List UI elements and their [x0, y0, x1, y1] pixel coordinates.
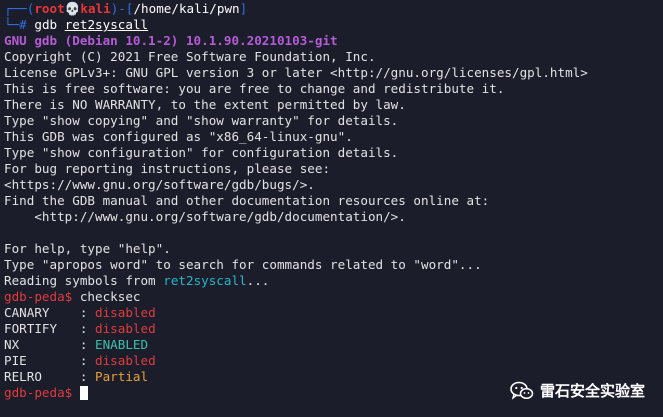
banner-line: <https://www.gnu.org/software/gdb/bugs/>…: [4, 177, 315, 192]
peda-prompt: gdb-peda$: [4, 385, 73, 400]
checksec-value: disabled: [95, 353, 156, 368]
banner-line: This is free software: you are free to c…: [4, 81, 505, 96]
checksec-value: disabled: [95, 321, 156, 336]
banner-line: For bug reporting instructions, please s…: [4, 161, 331, 176]
checksec-value: disabled: [95, 305, 156, 320]
checksec-row: PIE : disabled: [4, 353, 663, 369]
terminal-window[interactable]: ┌──(root💀kali)-[/home/kali/pwn] └─# gdb …: [4, 1, 663, 417]
banner-line: Type "show copying" and "show warranty" …: [4, 113, 399, 128]
checksec-separator: :: [64, 353, 96, 368]
reading-file: ret2syscall: [163, 273, 247, 288]
shell-command-argument: ret2syscall: [64, 17, 149, 32]
checksec-separator: :: [64, 369, 96, 384]
watermark-text: 雷石安全实验室: [539, 382, 645, 400]
checksec-label: FORTIFY: [4, 321, 65, 336]
shell-prompt-line: ┌──(root💀kali)-[/home/kali/pwn]: [4, 1, 663, 17]
peda-command-line: gdb-peda$ checksec: [4, 289, 663, 305]
prompt-host: kali: [80, 1, 111, 16]
gdb-version-line: GNU gdb (Debian 10.1-2) 10.1.90.20210103…: [4, 33, 338, 48]
banner-line: Type "show configuration" for configurat…: [4, 145, 399, 160]
banner-line: <http://www.gnu.org/software/gdb/documen…: [4, 209, 406, 224]
banner-line: License GPLv3+: GNU GPL version 3 or lat…: [4, 65, 588, 80]
checksec-label: NX: [4, 337, 65, 352]
skull-icon: 💀: [64, 1, 81, 16]
checksec-separator: :: [64, 305, 96, 320]
prompt-path-open: )-[: [110, 1, 134, 16]
checksec-value: Partial: [95, 369, 149, 384]
prompt-symbol: #: [19, 17, 27, 32]
banner-line: Type "apropos word" to search for comman…: [4, 257, 482, 272]
checksec-separator: :: [64, 337, 96, 352]
watermark: 雷石安全实验室: [510, 380, 645, 401]
prompt-user: root: [34, 1, 65, 16]
shell-command-line: └─# gdb ret2syscall: [4, 17, 663, 33]
banner-line: This GDB was configured as "x86_64-linux…: [4, 129, 353, 144]
wechat-icon: [510, 381, 534, 401]
banner-line: For help, type "help".: [4, 241, 171, 256]
text-cursor[interactable]: [79, 386, 88, 400]
reading-symbols-line: Reading symbols from ret2syscall...: [4, 273, 663, 289]
banner-line: Copyright (C) 2021 Free Software Foundat…: [4, 49, 376, 64]
checksec-label: PIE: [4, 353, 65, 368]
checksec-label: CANARY: [4, 305, 65, 320]
checksec-row: CANARY : disabled: [4, 305, 663, 321]
checksec-row: FORTIFY : disabled: [4, 321, 663, 337]
prompt-path: /home/kali/pwn: [133, 1, 240, 16]
prompt-frame-open: ┌──(: [4, 1, 35, 16]
shell-command: gdb: [34, 17, 58, 32]
reading-prefix: Reading symbols from: [4, 273, 164, 288]
checksec-command: checksec: [79, 289, 141, 304]
checksec-value: ENABLED: [95, 337, 149, 352]
checksec-label: RELRO: [4, 369, 65, 384]
reading-suffix: ...: [246, 273, 270, 288]
banner-line: [4, 225, 663, 241]
banner-line: Find the GDB manual and other documentat…: [4, 193, 490, 208]
checksec-separator: :: [64, 321, 96, 336]
prompt-frame-cmd: └─: [4, 17, 20, 32]
checksec-row: NX : ENABLED: [4, 337, 663, 353]
peda-prompt: gdb-peda$: [4, 289, 73, 304]
banner-line: There is NO WARRANTY, to the extent perm…: [4, 97, 406, 112]
prompt-path-close: ]: [239, 1, 248, 16]
